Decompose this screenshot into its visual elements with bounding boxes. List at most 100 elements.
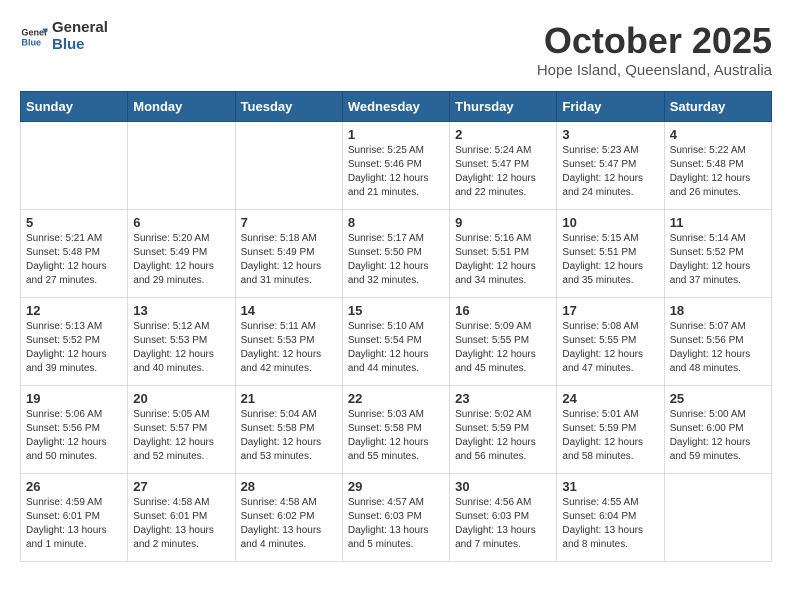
day-number: 11	[670, 215, 766, 230]
cell-info: Sunrise: 5:04 AM Sunset: 5:58 PM Dayligh…	[241, 408, 337, 464]
logo-general: General	[52, 20, 108, 37]
calendar-cell	[235, 122, 342, 210]
calendar-cell: 5 Sunrise: 5:21 AM Sunset: 5:48 PM Daylig…	[21, 210, 128, 298]
month-title: October 2025	[537, 20, 772, 62]
day-number: 16	[455, 303, 551, 318]
cell-info: Sunrise: 4:58 AM Sunset: 6:02 PM Dayligh…	[241, 496, 337, 552]
cell-info: Sunrise: 5:00 AM Sunset: 6:00 PM Dayligh…	[670, 408, 766, 464]
calendar-cell: 10 Sunrise: 5:15 AM Sunset: 5:51 PM Dayli…	[557, 210, 664, 298]
cell-info: Sunrise: 5:03 AM Sunset: 5:58 PM Dayligh…	[348, 408, 444, 464]
cell-info: Sunrise: 5:20 AM Sunset: 5:49 PM Dayligh…	[133, 232, 229, 288]
logo-blue: Blue	[52, 37, 108, 54]
calendar-cell: 14 Sunrise: 5:11 AM Sunset: 5:53 PM Dayli…	[235, 298, 342, 386]
calendar-cell: 22 Sunrise: 5:03 AM Sunset: 5:58 PM Dayli…	[342, 386, 449, 474]
cell-info: Sunrise: 5:18 AM Sunset: 5:49 PM Dayligh…	[241, 232, 337, 288]
day-number: 15	[348, 303, 444, 318]
calendar-cell	[21, 122, 128, 210]
calendar-table: SundayMondayTuesdayWednesdayThursdayFrid…	[20, 91, 772, 562]
logo: General Blue General Blue	[20, 20, 108, 53]
cell-info: Sunrise: 5:13 AM Sunset: 5:52 PM Dayligh…	[26, 320, 122, 376]
calendar-cell: 1 Sunrise: 5:25 AM Sunset: 5:46 PM Daylig…	[342, 122, 449, 210]
cell-info: Sunrise: 5:05 AM Sunset: 5:57 PM Dayligh…	[133, 408, 229, 464]
calendar-cell: 25 Sunrise: 5:00 AM Sunset: 6:00 PM Dayli…	[664, 386, 771, 474]
weekday-saturday: Saturday	[664, 92, 771, 122]
day-number: 14	[241, 303, 337, 318]
calendar-cell: 13 Sunrise: 5:12 AM Sunset: 5:53 PM Dayli…	[128, 298, 235, 386]
day-number: 2	[455, 127, 551, 142]
location-subtitle: Hope Island, Queensland, Australia	[537, 62, 772, 79]
day-number: 24	[562, 391, 658, 406]
cell-info: Sunrise: 5:06 AM Sunset: 5:56 PM Dayligh…	[26, 408, 122, 464]
calendar-cell	[128, 122, 235, 210]
calendar-cell: 7Sunrise: 5:18 AM Sunset: 5:49 PM Daylig…	[235, 210, 342, 298]
day-number: 23	[455, 391, 551, 406]
cell-info: Sunrise: 5:21 AM Sunset: 5:48 PM Dayligh…	[26, 232, 122, 288]
cell-info: Sunrise: 5:07 AM Sunset: 5:56 PM Dayligh…	[670, 320, 766, 376]
cell-info: Sunrise: 5:14 AM Sunset: 5:52 PM Dayligh…	[670, 232, 766, 288]
day-number: 1	[348, 127, 444, 142]
calendar-cell: 29 Sunrise: 4:57 AM Sunset: 6:03 PM Dayli…	[342, 474, 449, 562]
day-number: 13	[133, 303, 229, 318]
calendar-cell: 20 Sunrise: 5:05 AM Sunset: 5:57 PM Dayli…	[128, 386, 235, 474]
cell-info: Sunrise: 5:22 AM Sunset: 5:48 PM Dayligh…	[670, 144, 766, 200]
calendar-cell: 2 Sunrise: 5:24 AM Sunset: 5:47 PM Daylig…	[450, 122, 557, 210]
day-number: 4	[670, 127, 766, 142]
weekday-thursday: Thursday	[450, 92, 557, 122]
calendar-cell: 31Sunrise: 4:55 AM Sunset: 6:04 PM Dayli…	[557, 474, 664, 562]
day-number: 5	[26, 215, 122, 230]
day-number: 29	[348, 479, 444, 494]
calendar-cell: 28Sunrise: 4:58 AM Sunset: 6:02 PM Dayli…	[235, 474, 342, 562]
day-number: 26	[26, 479, 122, 494]
weekday-sunday: Sunday	[21, 92, 128, 122]
calendar-cell: 8Sunrise: 5:17 AM Sunset: 5:50 PM Daylig…	[342, 210, 449, 298]
weekday-header: SundayMondayTuesdayWednesdayThursdayFrid…	[21, 92, 772, 122]
calendar-cell: 16Sunrise: 5:09 AM Sunset: 5:55 PM Dayli…	[450, 298, 557, 386]
calendar-cell: 23Sunrise: 5:02 AM Sunset: 5:59 PM Dayli…	[450, 386, 557, 474]
title-area: October 2025 Hope Island, Queensland, Au…	[537, 20, 772, 79]
cell-info: Sunrise: 4:59 AM Sunset: 6:01 PM Dayligh…	[26, 496, 122, 552]
calendar-body: 1 Sunrise: 5:25 AM Sunset: 5:46 PM Daylig…	[21, 122, 772, 562]
cell-info: Sunrise: 5:17 AM Sunset: 5:50 PM Dayligh…	[348, 232, 444, 288]
calendar-cell	[664, 474, 771, 562]
day-number: 20	[133, 391, 229, 406]
calendar-cell: 15 Sunrise: 5:10 AM Sunset: 5:54 PM Dayli…	[342, 298, 449, 386]
cell-info: Sunrise: 4:58 AM Sunset: 6:01 PM Dayligh…	[133, 496, 229, 552]
week-row-3: 19Sunrise: 5:06 AM Sunset: 5:56 PM Dayli…	[21, 386, 772, 474]
day-number: 18	[670, 303, 766, 318]
week-row-4: 26 Sunrise: 4:59 AM Sunset: 6:01 PM Dayli…	[21, 474, 772, 562]
cell-info: Sunrise: 5:24 AM Sunset: 5:47 PM Dayligh…	[455, 144, 551, 200]
week-row-0: 1 Sunrise: 5:25 AM Sunset: 5:46 PM Daylig…	[21, 122, 772, 210]
cell-info: Sunrise: 4:56 AM Sunset: 6:03 PM Dayligh…	[455, 496, 551, 552]
week-row-2: 12Sunrise: 5:13 AM Sunset: 5:52 PM Dayli…	[21, 298, 772, 386]
week-row-1: 5 Sunrise: 5:21 AM Sunset: 5:48 PM Daylig…	[21, 210, 772, 298]
cell-info: Sunrise: 5:25 AM Sunset: 5:46 PM Dayligh…	[348, 144, 444, 200]
cell-info: Sunrise: 4:55 AM Sunset: 6:04 PM Dayligh…	[562, 496, 658, 552]
day-number: 21	[241, 391, 337, 406]
cell-info: Sunrise: 5:11 AM Sunset: 5:53 PM Dayligh…	[241, 320, 337, 376]
day-number: 22	[348, 391, 444, 406]
calendar-cell: 21 Sunrise: 5:04 AM Sunset: 5:58 PM Dayli…	[235, 386, 342, 474]
calendar-cell: 18 Sunrise: 5:07 AM Sunset: 5:56 PM Dayli…	[664, 298, 771, 386]
calendar-cell: 26 Sunrise: 4:59 AM Sunset: 6:01 PM Dayli…	[21, 474, 128, 562]
weekday-friday: Friday	[557, 92, 664, 122]
calendar-cell: 11 Sunrise: 5:14 AM Sunset: 5:52 PM Dayli…	[664, 210, 771, 298]
day-number: 25	[670, 391, 766, 406]
day-number: 10	[562, 215, 658, 230]
cell-info: Sunrise: 5:01 AM Sunset: 5:59 PM Dayligh…	[562, 408, 658, 464]
calendar-cell: 9Sunrise: 5:16 AM Sunset: 5:51 PM Daylig…	[450, 210, 557, 298]
day-number: 30	[455, 479, 551, 494]
cell-info: Sunrise: 5:16 AM Sunset: 5:51 PM Dayligh…	[455, 232, 551, 288]
calendar-cell: 17Sunrise: 5:08 AM Sunset: 5:55 PM Dayli…	[557, 298, 664, 386]
calendar-cell: 12Sunrise: 5:13 AM Sunset: 5:52 PM Dayli…	[21, 298, 128, 386]
calendar-cell: 27Sunrise: 4:58 AM Sunset: 6:01 PM Dayli…	[128, 474, 235, 562]
weekday-wednesday: Wednesday	[342, 92, 449, 122]
cell-info: Sunrise: 5:15 AM Sunset: 5:51 PM Dayligh…	[562, 232, 658, 288]
calendar-cell: 30 Sunrise: 4:56 AM Sunset: 6:03 PM Dayli…	[450, 474, 557, 562]
weekday-monday: Monday	[128, 92, 235, 122]
calendar-cell: 6Sunrise: 5:20 AM Sunset: 5:49 PM Daylig…	[128, 210, 235, 298]
day-number: 17	[562, 303, 658, 318]
cell-info: Sunrise: 5:12 AM Sunset: 5:53 PM Dayligh…	[133, 320, 229, 376]
cell-info: Sunrise: 5:10 AM Sunset: 5:54 PM Dayligh…	[348, 320, 444, 376]
day-number: 3	[562, 127, 658, 142]
cell-info: Sunrise: 4:57 AM Sunset: 6:03 PM Dayligh…	[348, 496, 444, 552]
